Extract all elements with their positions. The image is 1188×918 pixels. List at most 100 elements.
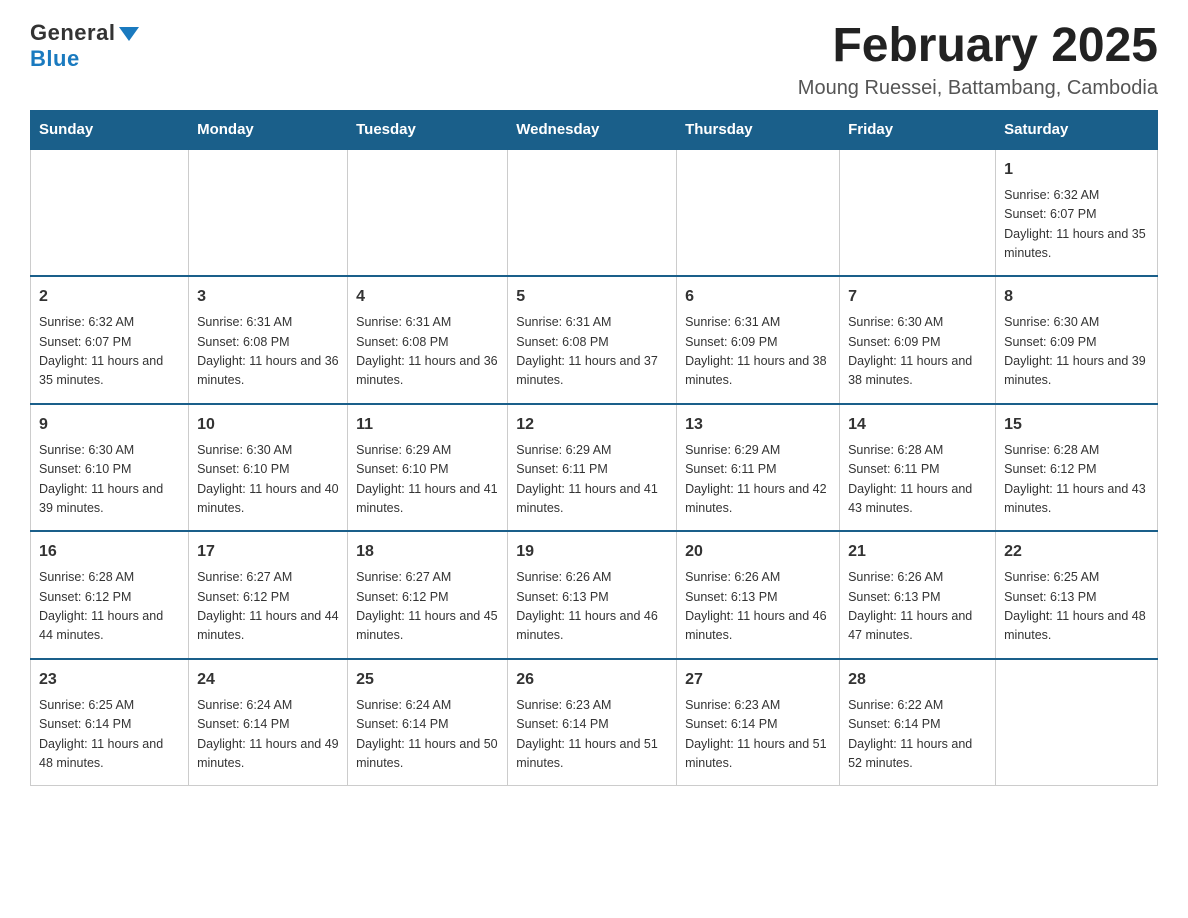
- header: General Blue February 2025 Moung Ruessei…: [30, 20, 1158, 100]
- day-number: 12: [516, 413, 668, 437]
- calendar-table: Sunday Monday Tuesday Wednesday Thursday…: [30, 110, 1158, 787]
- table-row: 14Sunrise: 6:28 AMSunset: 6:11 PMDayligh…: [840, 404, 996, 532]
- day-number: 24: [197, 668, 339, 692]
- table-row: 28 Sunrise: 6:22 AMSunset: 6:14 PMDayligh…: [840, 659, 996, 786]
- day-info: Sunrise: 6:30 AMSunset: 6:09 PMDaylight:…: [848, 313, 987, 391]
- table-row: 9 Sunrise: 6:30 AMSunset: 6:10 PMDaylight…: [31, 404, 189, 532]
- day-info: Sunrise: 6:32 AMSunset: 6:07 PMDaylight:…: [1004, 186, 1149, 264]
- calendar-week-row: 23 Sunrise: 6:25 AMSunset: 6:14 PMDayligh…: [31, 659, 1158, 786]
- day-info: Sunrise: 6:22 AMSunset: 6:14 PMDaylight:…: [848, 696, 987, 774]
- day-number: 1: [1004, 158, 1149, 182]
- day-info: Sunrise: 6:31 AMSunset: 6:09 PMDaylight:…: [685, 313, 831, 391]
- day-info: Sunrise: 6:32 AMSunset: 6:07 PMDaylight:…: [39, 313, 180, 391]
- day-info: Sunrise: 6:27 AMSunset: 6:12 PMDaylight:…: [356, 568, 499, 646]
- table-row: [348, 149, 508, 277]
- table-row: 23 Sunrise: 6:25 AMSunset: 6:14 PMDayligh…: [31, 659, 189, 786]
- day-number: 18: [356, 540, 499, 564]
- header-monday: Monday: [189, 110, 348, 149]
- table-row: 21 Sunrise: 6:26 AMSunset: 6:13 PMDayligh…: [840, 531, 996, 659]
- day-info: Sunrise: 6:31 AMSunset: 6:08 PMDaylight:…: [516, 313, 668, 391]
- logo-blue: Blue: [30, 46, 80, 72]
- day-info: Sunrise: 6:25 AMSunset: 6:13 PMDaylight:…: [1004, 568, 1149, 646]
- day-info: Sunrise: 6:26 AMSunset: 6:13 PMDaylight:…: [516, 568, 668, 646]
- day-number: 3: [197, 285, 339, 309]
- day-number: 15: [1004, 413, 1149, 437]
- table-row: 5 Sunrise: 6:31 AMSunset: 6:08 PMDaylight…: [508, 276, 677, 404]
- day-number: 23: [39, 668, 180, 692]
- table-row: [677, 149, 840, 277]
- calendar-week-row: 2 Sunrise: 6:32 AMSunset: 6:07 PMDaylight…: [31, 276, 1158, 404]
- day-number: 5: [516, 285, 668, 309]
- day-number: 6: [685, 285, 831, 309]
- day-number: 27: [685, 668, 831, 692]
- page-title: February 2025: [798, 20, 1158, 73]
- table-row: 7 Sunrise: 6:30 AMSunset: 6:09 PMDaylight…: [840, 276, 996, 404]
- day-number: 19: [516, 540, 668, 564]
- day-info: Sunrise: 6:28 AMSunset: 6:11 PMDaylight:…: [848, 441, 987, 519]
- table-row: 16 Sunrise: 6:28 AMSunset: 6:12 PMDayligh…: [31, 531, 189, 659]
- table-row: 25 Sunrise: 6:24 AMSunset: 6:14 PMDayligh…: [348, 659, 508, 786]
- header-tuesday: Tuesday: [348, 110, 508, 149]
- header-sunday: Sunday: [31, 110, 189, 149]
- day-number: 4: [356, 285, 499, 309]
- header-wednesday: Wednesday: [508, 110, 677, 149]
- table-row: [189, 149, 348, 277]
- day-number: 10: [197, 413, 339, 437]
- day-info: Sunrise: 6:26 AMSunset: 6:13 PMDaylight:…: [848, 568, 987, 646]
- day-number: 13: [685, 413, 831, 437]
- day-number: 17: [197, 540, 339, 564]
- header-friday: Friday: [840, 110, 996, 149]
- table-row: 8Sunrise: 6:30 AMSunset: 6:09 PMDaylight…: [996, 276, 1158, 404]
- title-block: February 2025 Moung Ruessei, Battambang,…: [798, 20, 1158, 100]
- logo-triangle-icon: [119, 27, 139, 41]
- day-number: 25: [356, 668, 499, 692]
- page-subtitle: Moung Ruessei, Battambang, Cambodia: [798, 77, 1158, 100]
- table-row: [31, 149, 189, 277]
- calendar-week-row: 1 Sunrise: 6:32 AMSunset: 6:07 PMDaylight…: [31, 149, 1158, 277]
- day-info: Sunrise: 6:31 AMSunset: 6:08 PMDaylight:…: [197, 313, 339, 391]
- table-row: 4 Sunrise: 6:31 AMSunset: 6:08 PMDaylight…: [348, 276, 508, 404]
- table-row: 19 Sunrise: 6:26 AMSunset: 6:13 PMDayligh…: [508, 531, 677, 659]
- table-row: 22Sunrise: 6:25 AMSunset: 6:13 PMDayligh…: [996, 531, 1158, 659]
- table-row: 15Sunrise: 6:28 AMSunset: 6:12 PMDayligh…: [996, 404, 1158, 532]
- day-info: Sunrise: 6:24 AMSunset: 6:14 PMDaylight:…: [356, 696, 499, 774]
- calendar-week-row: 9 Sunrise: 6:30 AMSunset: 6:10 PMDaylight…: [31, 404, 1158, 532]
- header-saturday: Saturday: [996, 110, 1158, 149]
- table-row: 2 Sunrise: 6:32 AMSunset: 6:07 PMDaylight…: [31, 276, 189, 404]
- day-number: 2: [39, 285, 180, 309]
- day-info: Sunrise: 6:25 AMSunset: 6:14 PMDaylight:…: [39, 696, 180, 774]
- day-info: Sunrise: 6:29 AMSunset: 6:11 PMDaylight:…: [516, 441, 668, 519]
- table-row: 3 Sunrise: 6:31 AMSunset: 6:08 PMDaylight…: [189, 276, 348, 404]
- day-number: 16: [39, 540, 180, 564]
- day-info: Sunrise: 6:30 AMSunset: 6:09 PMDaylight:…: [1004, 313, 1149, 391]
- logo-general: General: [30, 20, 115, 46]
- calendar-week-row: 16 Sunrise: 6:28 AMSunset: 6:12 PMDayligh…: [31, 531, 1158, 659]
- day-number: 7: [848, 285, 987, 309]
- header-thursday: Thursday: [677, 110, 840, 149]
- weekday-header-row: Sunday Monday Tuesday Wednesday Thursday…: [31, 110, 1158, 149]
- day-number: 9: [39, 413, 180, 437]
- day-number: 20: [685, 540, 831, 564]
- day-info: Sunrise: 6:24 AMSunset: 6:14 PMDaylight:…: [197, 696, 339, 774]
- day-number: 21: [848, 540, 987, 564]
- day-number: 28: [848, 668, 987, 692]
- table-row: 1 Sunrise: 6:32 AMSunset: 6:07 PMDaylight…: [996, 149, 1158, 277]
- day-info: Sunrise: 6:30 AMSunset: 6:10 PMDaylight:…: [39, 441, 180, 519]
- day-info: Sunrise: 6:29 AMSunset: 6:11 PMDaylight:…: [685, 441, 831, 519]
- table-row: 10Sunrise: 6:30 AMSunset: 6:10 PMDayligh…: [189, 404, 348, 532]
- table-row: [508, 149, 677, 277]
- day-info: Sunrise: 6:27 AMSunset: 6:12 PMDaylight:…: [197, 568, 339, 646]
- table-row: [840, 149, 996, 277]
- day-info: Sunrise: 6:23 AMSunset: 6:14 PMDaylight:…: [685, 696, 831, 774]
- logo: General Blue: [30, 20, 139, 72]
- table-row: 12 Sunrise: 6:29 AMSunset: 6:11 PMDayligh…: [508, 404, 677, 532]
- table-row: 11Sunrise: 6:29 AMSunset: 6:10 PMDayligh…: [348, 404, 508, 532]
- table-row: 18 Sunrise: 6:27 AMSunset: 6:12 PMDayligh…: [348, 531, 508, 659]
- day-info: Sunrise: 6:23 AMSunset: 6:14 PMDaylight:…: [516, 696, 668, 774]
- table-row: 20Sunrise: 6:26 AMSunset: 6:13 PMDayligh…: [677, 531, 840, 659]
- table-row: 13 Sunrise: 6:29 AMSunset: 6:11 PMDayligh…: [677, 404, 840, 532]
- table-row: 27 Sunrise: 6:23 AMSunset: 6:14 PMDayligh…: [677, 659, 840, 786]
- day-info: Sunrise: 6:29 AMSunset: 6:10 PMDaylight:…: [356, 441, 499, 519]
- day-info: Sunrise: 6:28 AMSunset: 6:12 PMDaylight:…: [39, 568, 180, 646]
- day-info: Sunrise: 6:31 AMSunset: 6:08 PMDaylight:…: [356, 313, 499, 391]
